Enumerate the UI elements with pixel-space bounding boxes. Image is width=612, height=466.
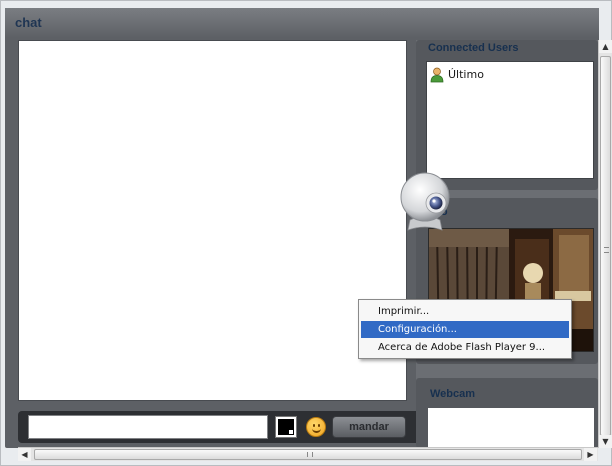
scroll-down-icon[interactable]: ▼ (599, 435, 612, 448)
menu-item-settings[interactable]: Configuración... (361, 321, 569, 338)
user-icon (430, 67, 444, 83)
scroll-left-icon[interactable]: ◀ (18, 448, 31, 461)
menu-item-about-flash[interactable]: Acerca de Adobe Flash Player 9... (361, 339, 569, 356)
webcam-area (428, 408, 594, 448)
context-menu: Imprimir... Configuración... Acerca de A… (358, 299, 572, 359)
connected-users-title: Connected Users (428, 42, 519, 54)
chat-title: chat (15, 15, 42, 30)
scroll-right-icon[interactable]: ▶ (584, 448, 597, 461)
emoticon-icon[interactable] (306, 417, 326, 437)
webcam-icon[interactable] (396, 170, 454, 234)
menu-item-print[interactable]: Imprimir... (361, 303, 569, 320)
vertical-scrollbar[interactable]: ▲ ▼ (598, 40, 612, 448)
chat-header (5, 8, 599, 38)
send-button[interactable]: mandar (332, 416, 406, 438)
message-input[interactable] (28, 415, 268, 439)
horizontal-scrollbar[interactable]: ◀ ▶ (18, 447, 598, 461)
user-name: Último (448, 68, 484, 81)
horizontal-scroll-thumb[interactable] (34, 449, 582, 460)
webcam-title: Webcam (430, 388, 476, 400)
scroll-up-icon[interactable]: ▲ (599, 40, 612, 53)
text-color-picker[interactable] (275, 416, 297, 438)
vertical-scroll-thumb[interactable] (600, 56, 611, 436)
message-area[interactable] (18, 40, 407, 401)
